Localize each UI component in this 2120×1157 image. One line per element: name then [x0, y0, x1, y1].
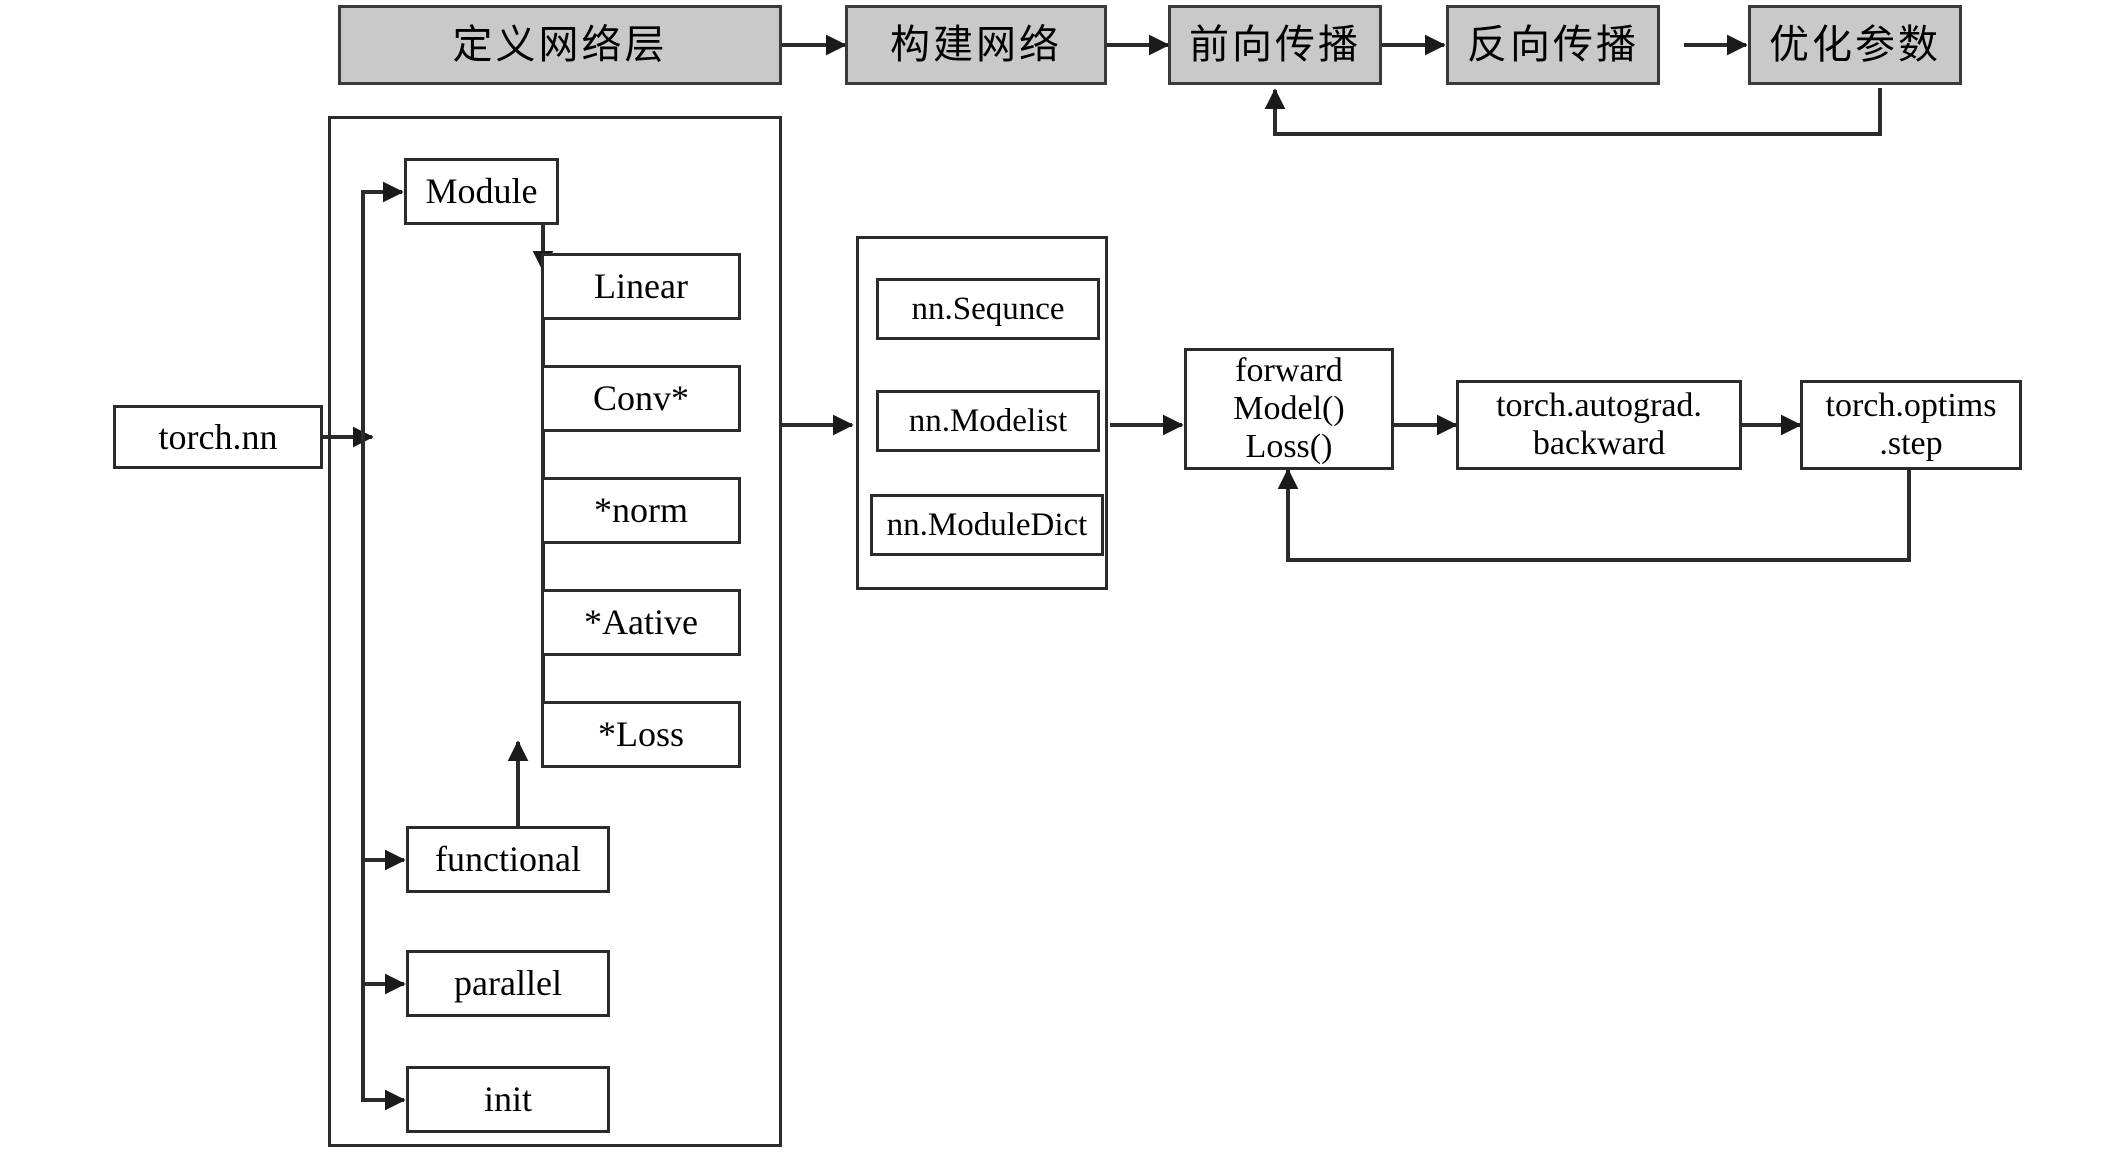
forward-model-loss-box[interactable]: forward Model() Loss()	[1184, 348, 1394, 470]
submodule-box-parallel[interactable]: parallel	[406, 950, 610, 1017]
submodule-box-init[interactable]: init	[406, 1066, 610, 1133]
submodule-box-functional[interactable]: functional	[406, 826, 610, 893]
pipeline-step-build-network[interactable]: 构建网络	[845, 5, 1107, 85]
layer-box-linear[interactable]: Linear	[541, 253, 741, 320]
pipeline-step-backward-prop[interactable]: 反向传播	[1446, 5, 1660, 85]
layer-box-conv[interactable]: Conv*	[541, 365, 741, 432]
layer-box-aative[interactable]: *Aative	[541, 589, 741, 656]
pipeline-step-optimize-params[interactable]: 优化参数	[1748, 5, 1962, 85]
edge-optimize-feedback-forward	[1264, 88, 1882, 136]
pipeline-step-define-layer[interactable]: 定义网络层	[338, 5, 782, 85]
torch-nn-entry-box[interactable]: torch.nn	[113, 405, 323, 469]
pipeline-step-forward-prop[interactable]: 前向传播	[1168, 5, 1382, 85]
container-box-nn-modelist[interactable]: nn.Modelist	[876, 390, 1100, 452]
autograd-backward-box[interactable]: torch.autograd. backward	[1456, 380, 1742, 470]
diagram-canvas: 定义网络层 构建网络 前向传播 反向传播 优化参数 torch.nn Modul…	[0, 0, 2120, 1157]
module-box[interactable]: Module	[404, 158, 559, 225]
layer-box-loss[interactable]: *Loss	[541, 701, 741, 768]
optims-step-box[interactable]: torch.optims .step	[1800, 380, 2022, 470]
edge-optims-feedback-forward	[1277, 468, 1911, 562]
layer-box-norm[interactable]: *norm	[541, 477, 741, 544]
container-box-nn-moduledict[interactable]: nn.ModuleDict	[870, 494, 1104, 556]
container-box-nn-sequnce[interactable]: nn.Sequnce	[876, 278, 1100, 340]
